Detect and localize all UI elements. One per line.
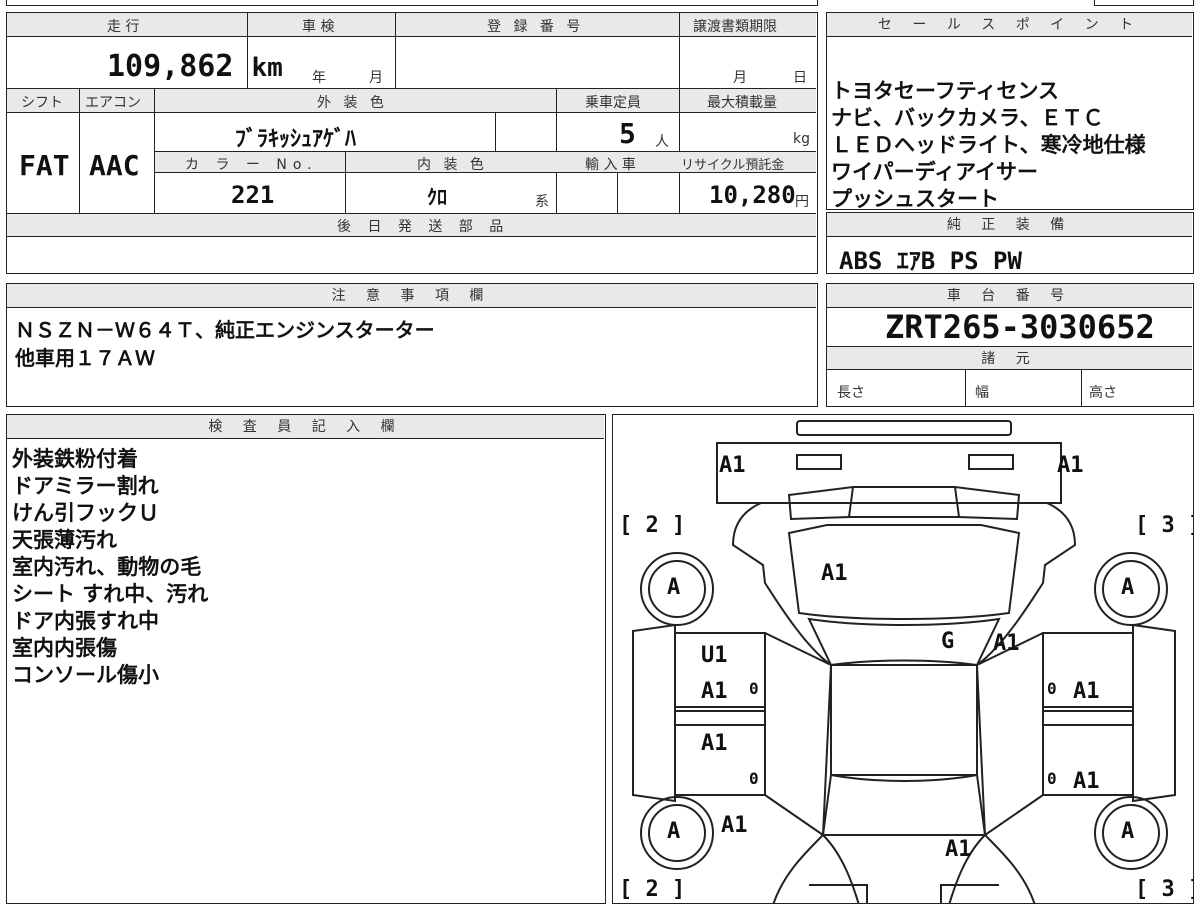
transfer-day: 日 <box>793 70 807 86</box>
interior-color-label: 内 装 色 <box>417 157 488 173</box>
interior-color-value: ｸﾛ <box>427 185 447 209</box>
capacity-unit: 人 <box>655 134 669 150</box>
notes-line-2: 他車用１７ＡＷ <box>15 346 155 370</box>
inspector-box: 検 査 員 記 入 欄 外装鉄粉付着 ドアミラー割れ けん引フックＵ 天張薄汚れ… <box>6 414 606 904</box>
inspector-line-4: 天張薄汚れ <box>12 528 117 552</box>
equipment-value: ABS ｴｱB PS PW <box>839 247 1022 275</box>
mark-trunk: A1 <box>945 837 972 862</box>
registration-label: 登 録 番 号 <box>487 19 585 35</box>
sales-line-2: ナビ、バックカメラ、ＥＴＣ <box>831 106 1104 130</box>
inspection-month: 月 <box>369 70 383 86</box>
notes-box: 注 意 事 項 欄 ＮＳＺＮ－Ｗ６４Ｔ、純正エンジンスターター 他車用１７ＡＷ <box>6 283 818 407</box>
inspector-line-9: コンソール傷小 <box>12 663 159 687</box>
mark-left-front-door-upper: U1 <box>701 643 728 668</box>
vehicle-info-table: 走 行 車 検 登 録 番 号 譲渡書類期限 109,862 km 年 月 月 … <box>6 12 818 274</box>
door-zero-left-rear: 0 <box>749 769 759 788</box>
import-label: 輸 入 車 <box>585 157 636 173</box>
spec-height: 高さ <box>1089 385 1117 401</box>
corner-front-right: [ 3 ] <box>1135 513 1193 538</box>
notes-line-1: ＮＳＺＮ－Ｗ６４Ｔ、純正エンジンスターター <box>15 318 435 342</box>
inspector-line-1: 外装鉄粉付着 <box>12 447 138 471</box>
corner-front-left: [ 2 ] <box>619 513 686 538</box>
sales-line-4: ワイパーディアイサー <box>831 160 1039 184</box>
sales-points-title: セ ー ル ス ポ イ ン ト <box>827 13 1192 37</box>
tire-mark-front-right: A <box>1121 575 1135 600</box>
inspector-line-2: ドアミラー割れ <box>12 474 159 498</box>
mark-right-a-pillar: A1 <box>993 631 1020 656</box>
mark-left-rear-fender: A1 <box>721 813 748 838</box>
spec-length: 長さ <box>837 385 865 401</box>
door-zero-left-front: 0 <box>749 679 759 698</box>
mark-hood: A1 <box>821 561 848 586</box>
chassis-title: 車 台 番 号 <box>827 284 1192 308</box>
tire-mark-rear-left: A <box>667 819 681 844</box>
capacity-label: 乗車定員 <box>585 95 641 111</box>
shift-value: FAT <box>19 149 70 182</box>
corner-rear-left: [ 2 ] <box>619 877 686 902</box>
sales-points-box: セ ー ル ス ポ イ ン ト トヨタセーフティセンス ナビ、バックカメラ、ＥＴ… <box>826 12 1194 211</box>
max-load-unit: kg <box>793 131 810 147</box>
exterior-color-value: ﾌﾞﾗｷｯｼｭｱｹﾞﾊ <box>235 127 357 152</box>
interior-color-suffix: 系 <box>535 194 549 210</box>
mark-windshield: G <box>941 629 955 654</box>
mark-front-right-bumper: A1 <box>1057 453 1084 478</box>
mileage-value: 109,862 <box>107 49 234 84</box>
inspector-line-6: シート すれ中、汚れ <box>12 582 209 606</box>
tire-mark-front-left: A <box>667 575 681 600</box>
inspection-year: 年 <box>312 70 326 86</box>
door-zero-right-rear: 0 <box>1047 769 1057 788</box>
sales-line-5: プッシュスタート <box>831 187 999 211</box>
inspector-line-7: ドア内張すれ中 <box>12 609 159 633</box>
mark-front-left-bumper: A1 <box>719 453 746 478</box>
later-parts-label: 後 日 発 送 部 品 <box>337 219 510 235</box>
exterior-color-label: 外 装 色 <box>317 95 388 111</box>
shift-label: シフト <box>21 95 63 111</box>
capacity-value: 5 <box>619 117 636 150</box>
aircon-label: エアコン <box>85 95 141 111</box>
mileage-unit: km <box>251 53 283 83</box>
inspector-line-8: 室内内張傷 <box>12 636 117 660</box>
sales-line-3: ＬＥＤヘッドライト、寒冷地仕様 <box>831 133 1146 157</box>
transfer-month: 月 <box>733 70 747 86</box>
chassis-box: 車 台 番 号 ZRT265-3030652 諸 元 長さ 幅 高さ <box>826 283 1194 407</box>
recycle-unit: 円 <box>795 194 809 210</box>
tire-mark-rear-right: A <box>1121 819 1135 844</box>
mileage-label: 走 行 <box>107 19 140 35</box>
recycle-value: 10,280 <box>709 181 796 209</box>
specs-title: 諸 元 <box>827 346 1192 370</box>
top-strip <box>0 0 1200 8</box>
door-zero-right-front: 0 <box>1047 679 1057 698</box>
aircon-value: AAC <box>89 149 140 182</box>
color-no-label: カ ラ ー No. <box>185 157 318 173</box>
inspector-line-3: けん引フックＵ <box>12 501 159 525</box>
spec-width: 幅 <box>975 385 989 401</box>
mark-left-rear-door: A1 <box>701 731 728 756</box>
recycle-label: リサイクル預託金 <box>681 158 785 173</box>
notes-title: 注 意 事 項 欄 <box>7 284 816 308</box>
transfer-label: 譲渡書類期限 <box>693 19 777 35</box>
inspection-label: 車 検 <box>302 19 335 35</box>
equipment-box: 純 正 装 備 ABS ｴｱB PS PW <box>826 212 1194 275</box>
inspector-line-5: 室内汚れ、動物の毛 <box>12 555 202 579</box>
max-load-label: 最大積載量 <box>707 95 777 111</box>
mark-left-front-door: A1 <box>701 679 728 704</box>
inspector-title: 検 査 員 記 入 欄 <box>7 415 604 439</box>
chassis-number: ZRT265-3030652 <box>885 308 1155 346</box>
damage-diagram: [ 2 ] [ 3 ] [ 2 ] [ 3 ] A A A A A1 A1 A1… <box>612 414 1194 904</box>
sales-line-1: トヨタセーフティセンス <box>831 79 1060 103</box>
mark-right-front-door: A1 <box>1073 679 1100 704</box>
corner-rear-right: [ 3 ] <box>1135 877 1193 902</box>
mark-right-rear-door: A1 <box>1073 769 1100 794</box>
color-no-value: 221 <box>231 181 275 209</box>
equipment-title: 純 正 装 備 <box>827 213 1192 237</box>
